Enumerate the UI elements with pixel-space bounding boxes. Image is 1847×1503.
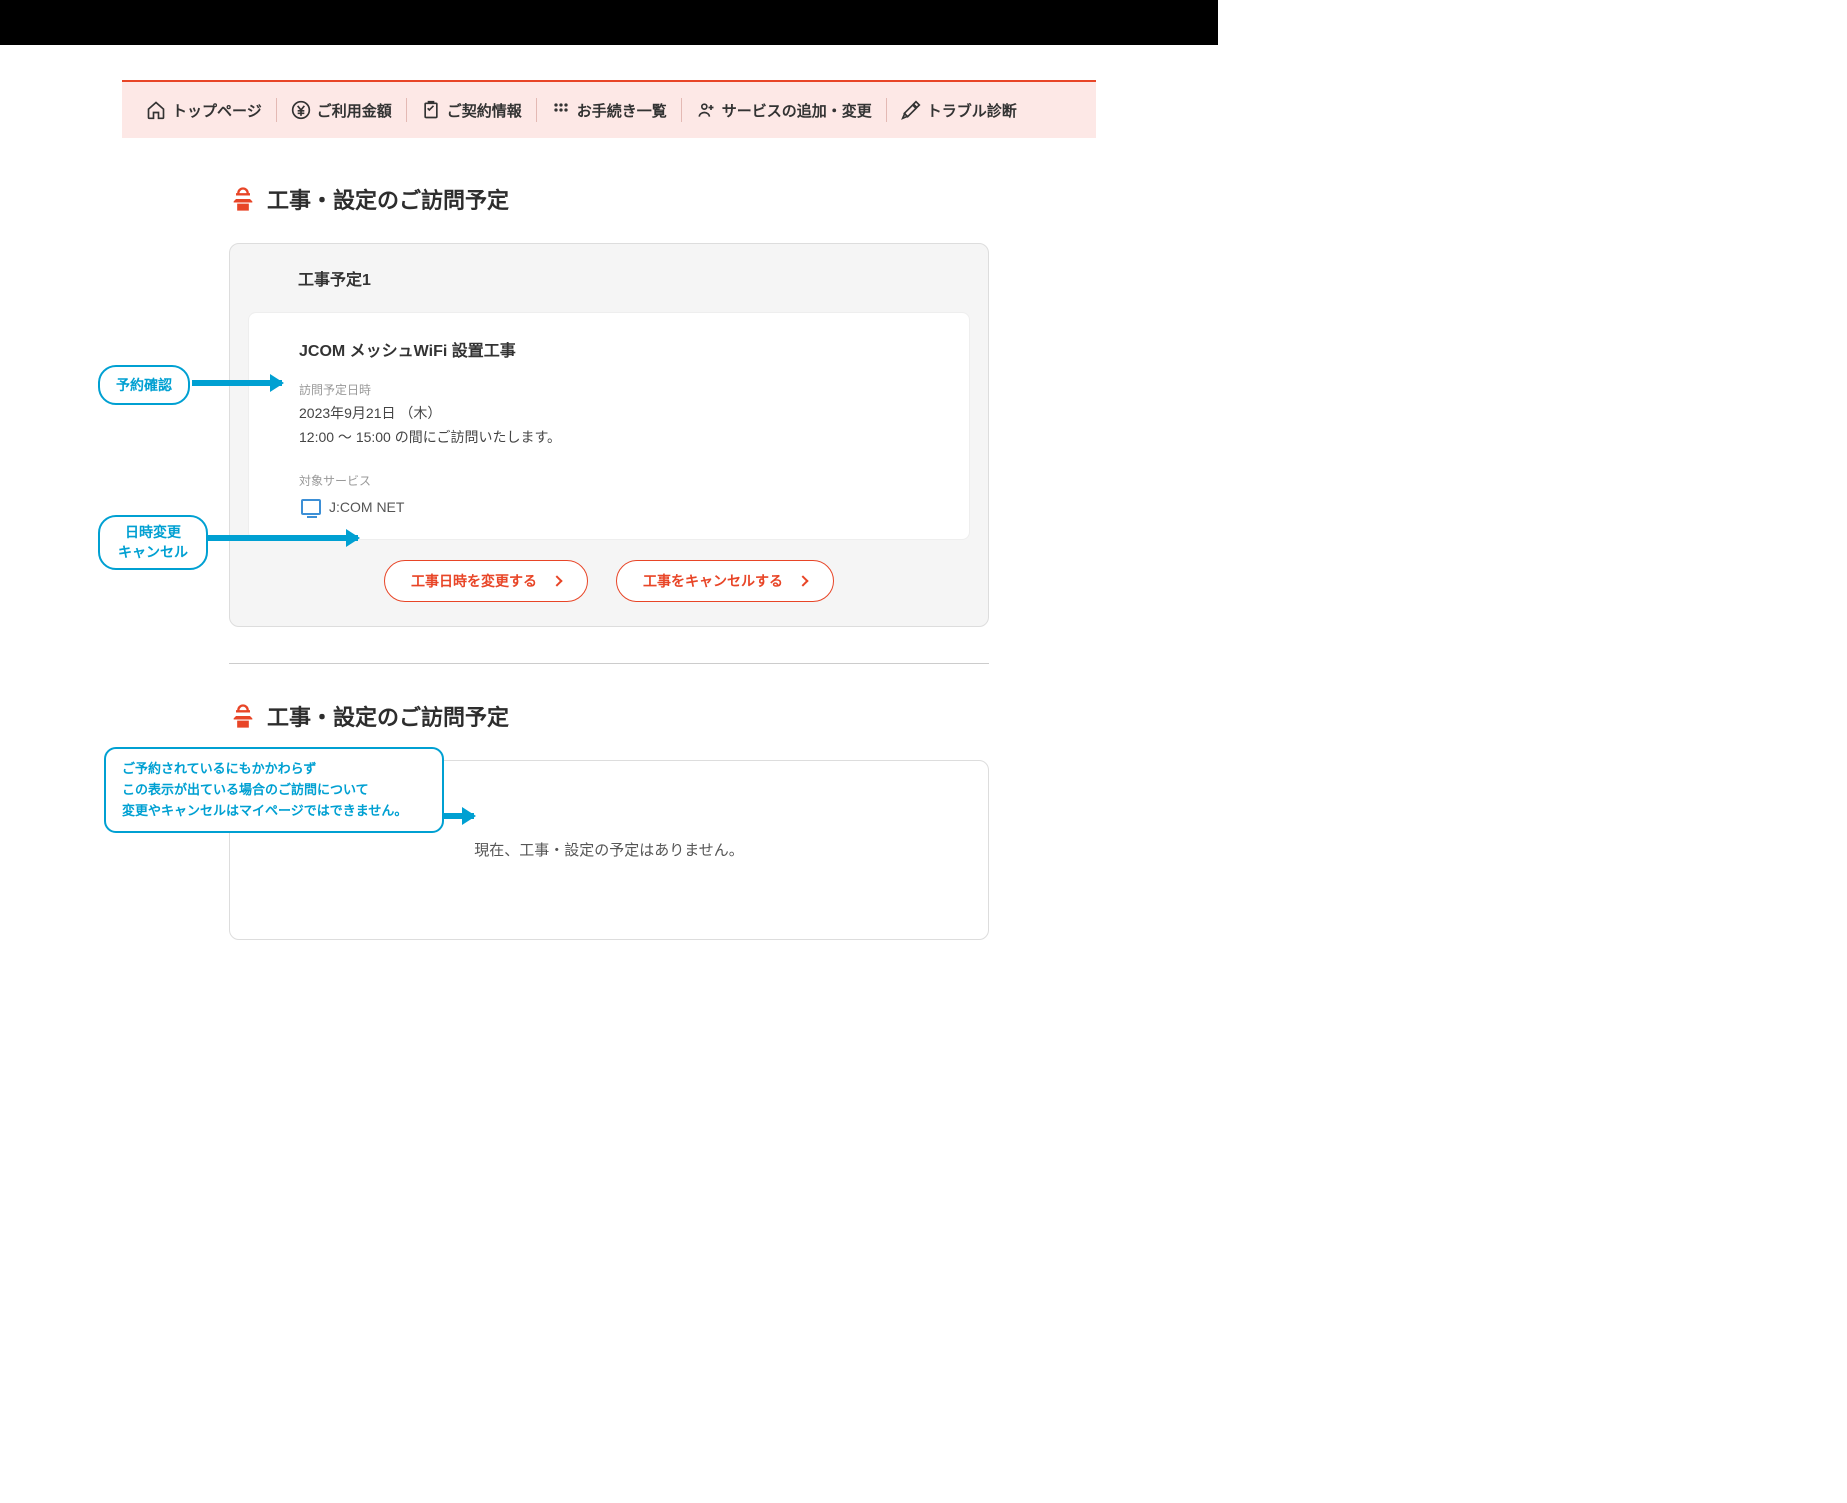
divider <box>229 663 989 664</box>
nav-label: お手続き一覧 <box>577 100 667 121</box>
annotation-arrow <box>192 380 282 386</box>
nav-label: ご契約情報 <box>447 100 522 121</box>
nav-item-trouble[interactable]: トラブル診断 <box>887 94 1031 126</box>
person-plus-icon <box>696 100 716 120</box>
section-title-2: 工事・設定のご訪問予定 <box>229 700 989 732</box>
annotation-text: 日時変更 <box>125 523 181 543</box>
nav-label: トラブル診断 <box>927 100 1017 121</box>
chevron-right-icon <box>797 575 808 586</box>
service-name: J:COM NET <box>329 499 404 515</box>
nav-item-billing[interactable]: ご利用金額 <box>277 94 406 126</box>
nav-label: ご利用金額 <box>317 100 392 121</box>
home-icon <box>146 100 166 120</box>
empty-message: 現在、工事・設定の予定はありません。 <box>474 839 744 860</box>
annotation-text: キャンセル <box>118 543 188 563</box>
annotation-text: 予約確認 <box>116 375 172 395</box>
nav-item-contract[interactable]: ご契約情報 <box>407 94 536 126</box>
annotation-arrow <box>444 813 474 819</box>
section-title-1: 工事・設定のご訪問予定 <box>229 183 989 215</box>
section-title-text: 工事・設定のご訪問予定 <box>267 183 509 215</box>
yen-icon <box>291 100 311 120</box>
annotation-text: ご予約されているにもかかわらず <box>122 759 407 780</box>
job-title: JCOM メッシュWiFi 設置工事 <box>299 337 919 361</box>
worker-icon <box>229 185 257 213</box>
change-date-button[interactable]: 工事日時を変更する <box>384 560 588 602</box>
nav-item-procedures[interactable]: お手続き一覧 <box>537 94 681 126</box>
main-nav: トップページ ご利用金額 ご契約情報 お手続き一覧 サービスの追加・変更 トラブ… <box>122 80 1096 138</box>
service-label: 対象サービス <box>299 472 919 489</box>
button-label: 工事をキャンセルする <box>643 571 783 591</box>
schedule-heading: 工事予定1 <box>230 244 988 312</box>
visit-time: 12:00 〜 15:00 の間にご訪問いたします。 <box>299 426 919 450</box>
nav-label: トップページ <box>172 100 262 121</box>
visit-label: 訪問予定日時 <box>299 381 919 398</box>
chevron-right-icon <box>551 575 562 586</box>
schedule-card: 工事予定1 JCOM メッシュWiFi 設置工事 訪問予定日時 2023年9月2… <box>229 243 989 627</box>
top-black-bar <box>0 0 1218 45</box>
tools-icon <box>901 100 921 120</box>
visit-date: 2023年9月21日 （木） <box>299 402 919 426</box>
annotation-bubble-change: 日時変更 キャンセル <box>98 515 208 570</box>
button-label: 工事日時を変更する <box>411 571 537 591</box>
section-title-text: 工事・設定のご訪問予定 <box>267 700 509 732</box>
nav-item-service[interactable]: サービスの追加・変更 <box>682 94 886 126</box>
annotation-bubble-warning: ご予約されているにもかかわらず この表示が出ている場合のご訪問について 変更やキ… <box>104 747 444 833</box>
card-actions: 工事日時を変更する 工事をキャンセルする <box>230 540 988 626</box>
nav-label: サービスの追加・変更 <box>722 100 872 121</box>
worker-icon <box>229 702 257 730</box>
clipboard-icon <box>421 100 441 120</box>
service-row: J:COM NET <box>299 493 919 515</box>
annotation-bubble-confirm: 予約確認 <box>98 365 190 405</box>
grid-icon <box>551 100 571 120</box>
annotation-text: この表示が出ている場合のご訪問について <box>122 780 407 801</box>
nav-item-top[interactable]: トップページ <box>132 94 276 126</box>
schedule-body: JCOM メッシュWiFi 設置工事 訪問予定日時 2023年9月21日 （木）… <box>248 312 970 540</box>
annotation-text: 変更やキャンセルはマイページではできません。 <box>122 801 407 822</box>
monitor-icon <box>301 499 321 515</box>
annotation-arrow <box>208 535 358 541</box>
cancel-job-button[interactable]: 工事をキャンセルする <box>616 560 834 602</box>
